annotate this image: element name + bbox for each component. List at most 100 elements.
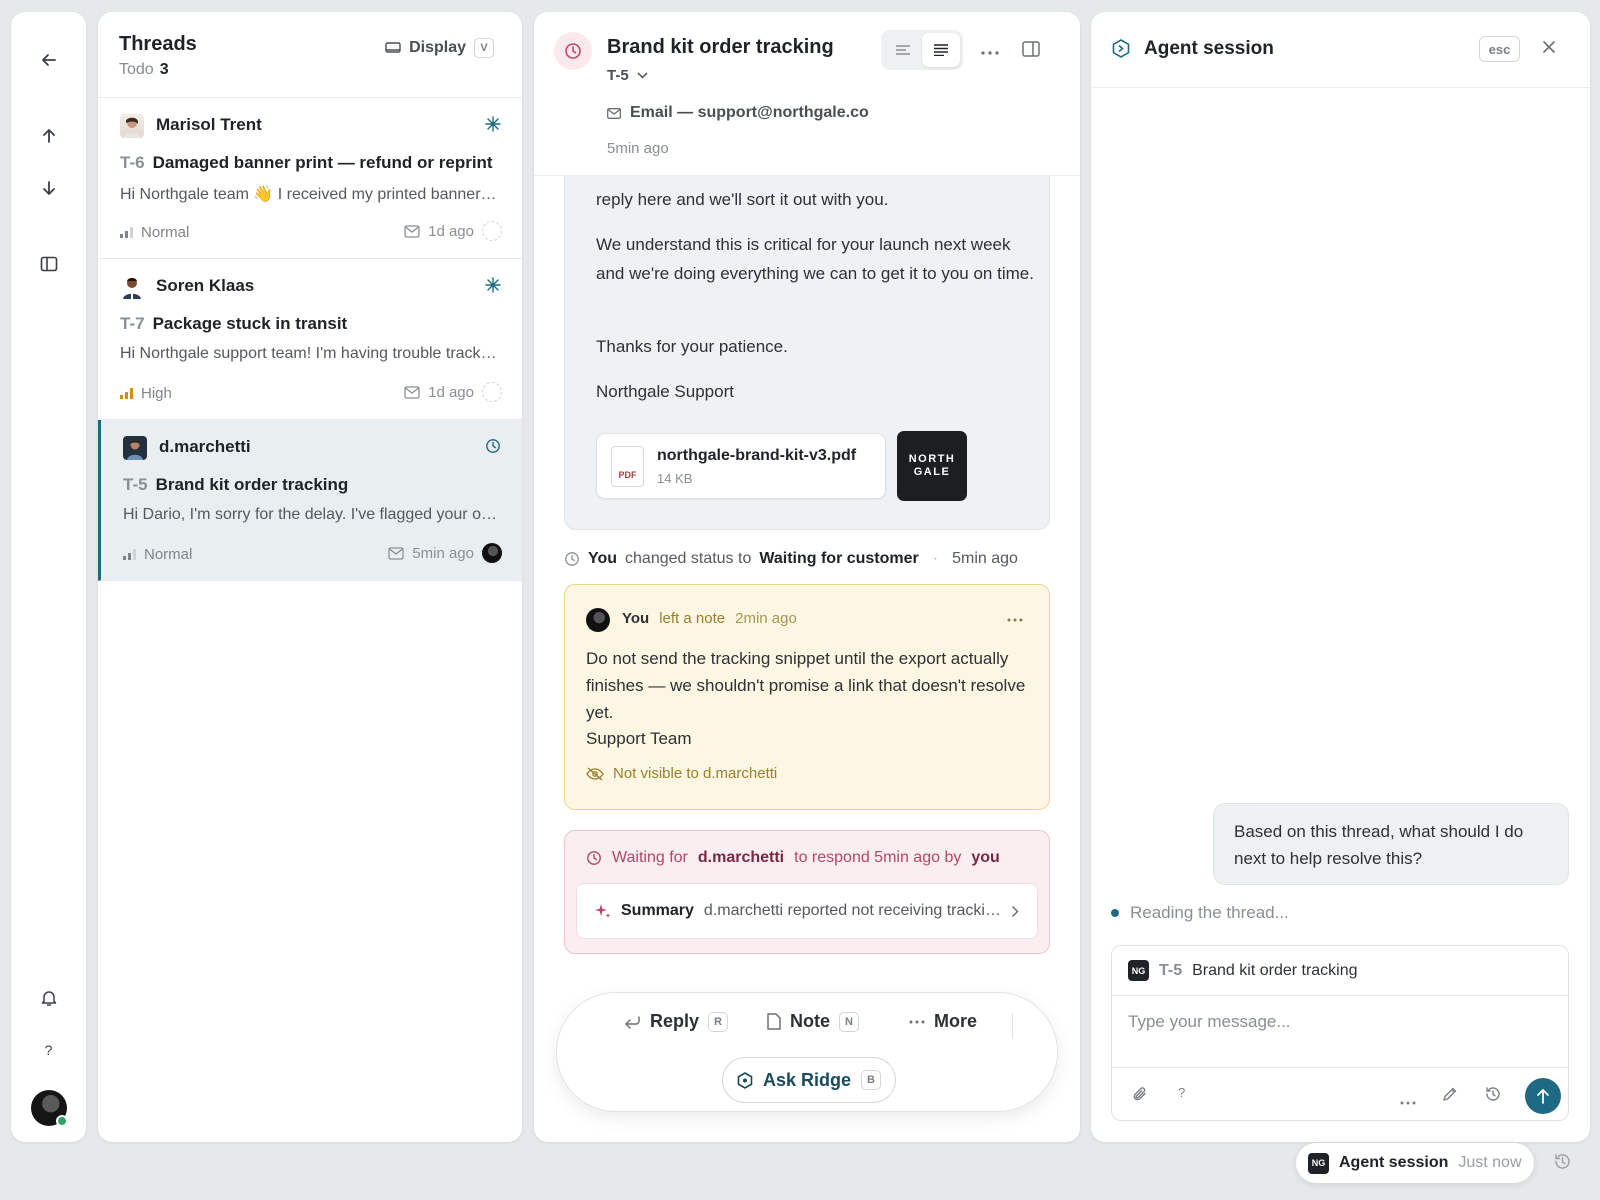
thread-detail-panel: reply here and we'll sort it out with yo… xyxy=(534,12,1080,1142)
arrow-left-icon xyxy=(41,54,56,66)
help-icon[interactable]: ? xyxy=(1178,1085,1185,1100)
status-text: Reading the thread... xyxy=(1130,903,1289,922)
message-time: 5min ago xyxy=(607,140,669,157)
agent-session-tab[interactable]: NG Agent session Just now xyxy=(1296,1143,1534,1183)
side-panel-icon[interactable] xyxy=(1022,41,1040,62)
thread-preview: Hi Northgale support team! I'm having tr… xyxy=(120,345,498,362)
summary-text: d.marchetti reported not receiving track… xyxy=(703,902,1001,919)
message-signature: Northgale Support xyxy=(596,382,734,401)
channel-label: Email — support@northgale.co xyxy=(607,104,869,122)
waiting-by: you xyxy=(971,849,1000,866)
reply-icon xyxy=(625,1015,640,1029)
ask-shortcut: B xyxy=(861,1070,882,1090)
display-button[interactable]: Display V xyxy=(385,38,494,58)
thread-subject: T-7 Package stuck in transit xyxy=(120,314,347,334)
help-button[interactable]: ? xyxy=(11,1032,86,1068)
compact-view-icon[interactable] xyxy=(884,33,922,67)
thread-meta: 5min ago xyxy=(388,543,502,563)
display-shortcut: V xyxy=(474,38,494,58)
thread-sender: Soren Klaas xyxy=(156,276,255,295)
user-message-bubble: Based on this thread, what should I do n… xyxy=(1213,803,1569,885)
online-status-dot xyxy=(56,1115,68,1127)
event-actor: You xyxy=(588,550,618,567)
avatar xyxy=(586,608,610,632)
agent-status: Reading the thread... xyxy=(1111,903,1289,923)
priority-label: Normal xyxy=(141,224,190,241)
more-icon[interactable] xyxy=(1400,1092,1416,1110)
back-button[interactable] xyxy=(11,42,86,78)
toggle-sidebar-button[interactable] xyxy=(11,246,86,282)
note-shortcut: N xyxy=(839,1011,859,1032)
notifications-button[interactable] xyxy=(11,980,86,1016)
session-history-icon[interactable] xyxy=(1553,1153,1571,1175)
threads-header: Threads Todo 3 Display V xyxy=(98,12,522,98)
logo-line: NORTH xyxy=(908,453,956,465)
summary-row[interactable]: Summary d.marchetti reported not receivi… xyxy=(576,883,1038,939)
hexagon-icon xyxy=(737,1071,753,1089)
user-avatar[interactable] xyxy=(31,1090,68,1127)
message-paragraph: Thanks for your patience. xyxy=(596,337,788,356)
waiting-mid: to respond 5min ago by xyxy=(794,849,962,866)
thread-item-selected[interactable]: d.marchetti T-5 Brand kit order tracking … xyxy=(98,420,522,581)
mail-icon xyxy=(388,546,404,560)
mail-icon xyxy=(404,224,420,238)
status-clock-icon[interactable] xyxy=(554,32,592,70)
sidebar-icon xyxy=(40,256,57,272)
thread-detail-header: Brand kit order tracking T-5 Email — sup… xyxy=(534,12,1080,176)
thread-item[interactable]: Marisol Trent T-6 Damaged banner print — … xyxy=(98,98,522,259)
nav-rail: ? xyxy=(11,12,86,1142)
unassigned-icon[interactable] xyxy=(482,382,502,402)
message-input[interactable]: Type your message... xyxy=(1128,1012,1291,1032)
expanded-view-icon[interactable] xyxy=(922,33,960,67)
thread-item[interactable]: Soren Klaas T-7 Package stuck in transit … xyxy=(98,259,522,420)
waiting-prefix: Waiting for xyxy=(612,849,688,866)
more-button[interactable]: More xyxy=(909,1011,977,1032)
mail-icon xyxy=(404,385,420,399)
thread-subject-text: Package stuck in transit xyxy=(152,314,348,333)
logo-line: GALE xyxy=(913,466,951,478)
previous-thread-button[interactable] xyxy=(11,118,86,154)
pdf-file-icon: PDF xyxy=(611,446,644,487)
display-icon xyxy=(385,42,401,53)
threads-filter[interactable]: Todo 3 xyxy=(119,61,169,79)
priority-bars-icon xyxy=(120,227,133,238)
internal-note: You left a note 2min ago Do not send the… xyxy=(564,584,1050,810)
thread-id: T-5 xyxy=(607,67,629,84)
arrow-down-icon xyxy=(42,181,55,195)
agent-icon xyxy=(1112,39,1130,63)
history-icon[interactable] xyxy=(1484,1086,1501,1107)
priority-indicator: Normal xyxy=(120,224,189,241)
reply-button[interactable]: Reply R xyxy=(623,1011,729,1032)
note-button[interactable]: Note N xyxy=(767,1011,859,1032)
thread-preview: Hi Northgale team 👋 I received my printe… xyxy=(120,186,497,203)
visibility-text: Not visible to d.marchetti xyxy=(613,765,778,782)
note-more-icon[interactable] xyxy=(1007,609,1023,627)
escape-key-hint[interactable]: esc xyxy=(1479,36,1520,62)
waiting-line: Waiting for d.marchetti to respond 5min … xyxy=(586,849,1000,867)
northgale-logo-attachment[interactable]: NORTH GALE xyxy=(897,431,967,501)
avatar xyxy=(120,275,144,299)
close-icon[interactable] xyxy=(1541,39,1557,60)
attach-icon[interactable] xyxy=(1132,1086,1148,1107)
pen-icon[interactable] xyxy=(1442,1086,1458,1107)
priority-label: Normal xyxy=(144,546,193,563)
agent-title: Agent session xyxy=(1144,38,1274,59)
status-dot xyxy=(1111,909,1119,917)
note-icon xyxy=(767,1013,781,1030)
ask-ridge-button[interactable]: Ask Ridge B xyxy=(722,1057,896,1103)
view-density-toggle[interactable] xyxy=(881,30,963,70)
attachment-card[interactable]: PDF northgale-brand-kit-v3.pdf 14 KB xyxy=(596,433,886,499)
event-separator: · xyxy=(932,550,939,567)
note-header: You left a note 2min ago xyxy=(622,610,797,627)
send-button[interactable] xyxy=(1525,1078,1561,1114)
next-thread-button[interactable] xyxy=(11,170,86,206)
context-chip[interactable]: NG T-5 Brand kit order tracking xyxy=(1112,946,1568,996)
spark-icon xyxy=(485,116,501,137)
unassigned-icon[interactable] xyxy=(482,221,502,241)
event-text: changed status to xyxy=(625,550,752,567)
thread-title: Brand kit order tracking xyxy=(607,36,834,58)
assignee-avatar[interactable] xyxy=(482,543,502,563)
more-options-icon[interactable] xyxy=(981,42,999,60)
thread-sender: Marisol Trent xyxy=(156,115,262,134)
thread-id-dropdown[interactable]: T-5 xyxy=(607,67,648,84)
